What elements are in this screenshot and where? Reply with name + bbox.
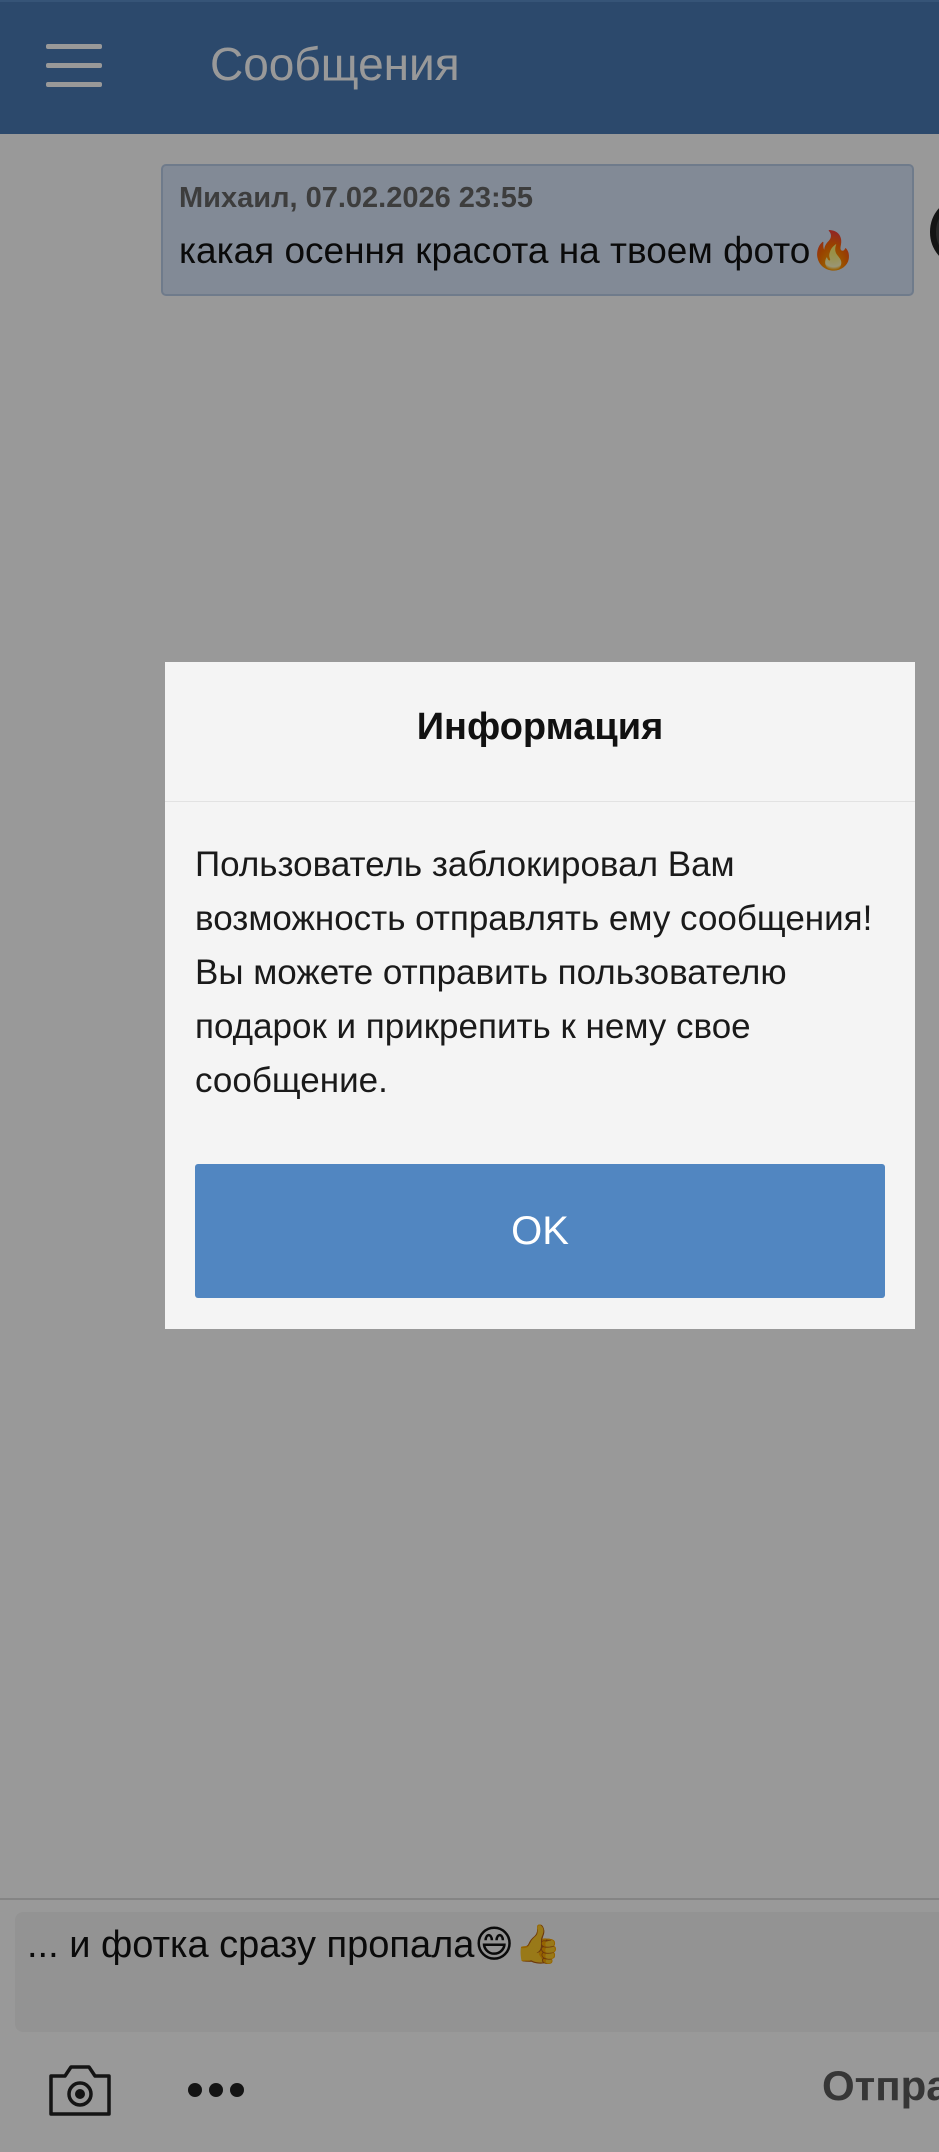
screen: Сообщения Михаил, 07.02.2026 23:55 какая… [0, 0, 939, 2152]
ok-button[interactable]: OK [195, 1164, 885, 1298]
dialog-header: Информация [165, 662, 915, 802]
dialog-title: Информация [416, 706, 664, 748]
info-dialog: Информация Пользователь заблокировал Вам… [165, 662, 915, 1329]
dialog-message: Пользователь заблокировал Вам возможност… [195, 845, 873, 1100]
